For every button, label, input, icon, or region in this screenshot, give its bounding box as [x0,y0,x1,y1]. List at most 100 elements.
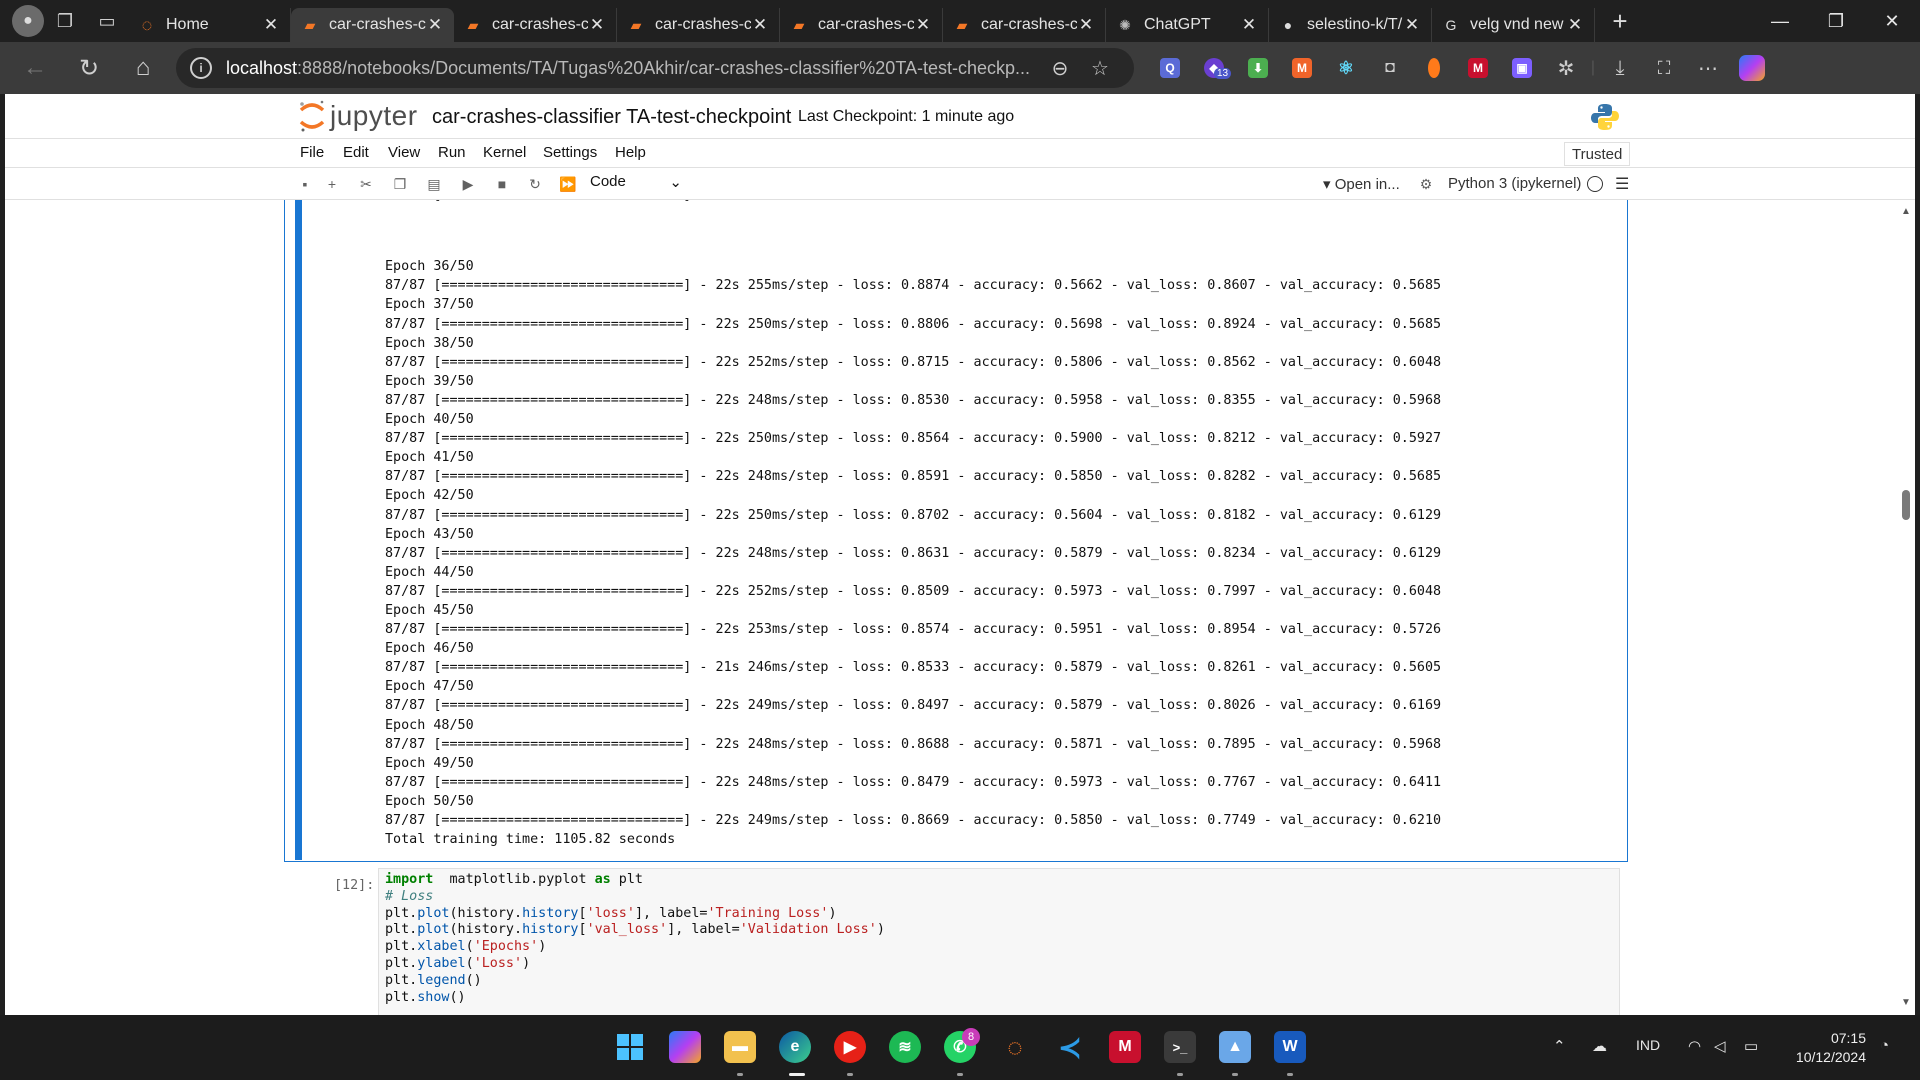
close-tab-icon[interactable]: ✕ [1240,15,1258,35]
close-tab-icon[interactable]: ✕ [914,15,932,35]
close-window-button[interactable]: ✕ [1864,0,1920,42]
new-tab-button[interactable]: + [1599,0,1641,42]
browser-tab[interactable]: ◌ Home ✕ [128,8,291,42]
screenshot-icon[interactable]: ⛶ [1642,48,1686,88]
browser-tab[interactable]: Gvelg vnd new ✕ [1432,8,1595,42]
url-text[interactable]: localhost:8888/notebooks/Documents/TA/Tu… [226,58,1040,79]
vertical-scrollbar[interactable]: ▲ ▼ [1897,200,1915,1015]
add-cell-icon[interactable]: + [322,174,342,194]
back-icon[interactable]: ← [8,46,62,90]
cut-icon[interactable]: ✂ [356,174,376,194]
profile-avatar[interactable]: ● [12,5,44,37]
scroll-down-icon[interactable]: ▼ [1901,997,1911,1008]
home-icon[interactable]: ⌂ [116,46,170,90]
run-icon[interactable]: ▶ [458,174,478,194]
favorite-star-icon[interactable]: ☆ [1080,56,1120,81]
cell-type-select[interactable]: Code ⌄ [590,173,682,191]
downloads-icon[interactable]: ⤓ [1598,48,1642,88]
more-menu-icon[interactable]: ⋯ [1686,48,1730,88]
browser-tab[interactable]: ✺ ChatGPT ✕ [1106,8,1269,42]
site-info-icon[interactable]: i [190,57,212,79]
close-tab-icon[interactable]: ✕ [1403,15,1421,35]
zoom-out-icon[interactable]: ⊖ [1040,56,1080,81]
menu-kernel[interactable]: Kernel [483,144,526,161]
hamburger-menu-icon[interactable]: ☰ [1615,174,1629,194]
wifi-icon[interactable]: ◠ [1688,1037,1701,1055]
download-extension-icon[interactable]: ⬇ [1236,48,1280,88]
mendeley-extension-icon[interactable]: M [1456,48,1500,88]
browser-tab[interactable]: ● selestino-k/T/✕ [1269,8,1432,42]
terminal-icon[interactable]: >_ [1164,1031,1196,1063]
menu-edit[interactable]: Edit [343,144,369,161]
spotify-icon[interactable]: ≋ [889,1031,921,1063]
menu-settings[interactable]: Settings [543,144,597,161]
code-cell-source[interactable]: import matplotlib.pyplot as plt # Loss plt… [385,872,885,1015]
tab-label: car-crashes-c [981,16,1077,33]
refresh-icon[interactable]: ↻ [62,46,116,90]
minimize-button[interactable]: — [1752,0,1808,42]
open-in-dropdown[interactable]: ▾ Open in... [1323,175,1400,193]
extension-7-icon[interactable] [1412,48,1456,88]
save-icon[interactable]: ▪ [295,174,315,194]
close-tab-icon[interactable]: ✕ [588,15,606,35]
vertical-tabs-icon[interactable]: ▭ [86,0,128,42]
scrollbar-thumb[interactable] [1902,490,1910,520]
close-tab-icon[interactable]: ✕ [1077,15,1095,35]
extension-1-icon[interactable]: Q [1148,48,1192,88]
battery-icon[interactable]: ▭ [1744,1037,1758,1055]
menu-file[interactable]: File [300,144,324,161]
jupyter-app-icon[interactable]: ◌ [999,1031,1031,1063]
close-tab-icon[interactable]: ✕ [1566,15,1584,35]
extension-4-icon[interactable]: M [1280,48,1324,88]
menu-help[interactable]: Help [615,144,646,161]
jupyter-logo[interactable]: jupyter [298,98,418,134]
file-explorer-icon[interactable]: ▬ [724,1031,756,1063]
jupyter-logo-icon [299,100,325,132]
language-indicator[interactable]: IND [1636,1037,1660,1053]
onedrive-icon[interactable]: ☁ [1592,1037,1607,1055]
kernel-settings-icon[interactable]: ⚙ [1416,174,1436,194]
copy-icon[interactable]: ❐ [390,174,410,194]
restart-icon[interactable]: ↻ [525,174,545,194]
menu-view[interactable]: View [388,144,420,161]
browser-tab[interactable]: ▰ car-crashes-c ✕ [780,8,943,42]
trusted-indicator[interactable]: Trusted [1564,142,1631,166]
menu-run[interactable]: Run [438,144,466,161]
extension-9-icon[interactable]: ▣ [1500,48,1544,88]
paste-icon[interactable]: ▤ [424,174,444,194]
copilot-icon[interactable] [669,1031,701,1063]
fast-forward-icon[interactable]: ⏩ [558,174,578,194]
browser-tab[interactable]: ▰ car-crashes-c ✕ [617,8,780,42]
browser-tab[interactable]: ▰ car-crashes-c ✕ [943,8,1106,42]
mendeley-icon[interactable]: M [1109,1031,1141,1063]
youtube-music-icon[interactable]: ▶ [834,1031,866,1063]
camera-icon[interactable]: ◘ [1368,48,1412,88]
volume-icon[interactable]: ◁ [1714,1037,1726,1055]
start-icon[interactable] [614,1031,646,1063]
kernel-name[interactable]: Python 3 (ipykernel) [1448,175,1581,192]
chevron-up-icon[interactable]: ⌃ [1553,1037,1566,1055]
word-icon[interactable]: W [1274,1031,1306,1063]
close-tab-icon[interactable]: ✕ [426,15,444,35]
extensions-puzzle-icon[interactable]: ✲ [1544,48,1588,88]
extension-2-icon[interactable]: ◆ 13 [1192,48,1236,88]
system-clock[interactable]: 07:15 10/12/2024 [1786,1029,1866,1067]
address-bar[interactable]: i localhost:8888/notebooks/Documents/TA/… [176,48,1134,88]
close-tab-icon[interactable]: ✕ [262,15,280,35]
close-tab-icon[interactable]: ✕ [751,15,769,35]
react-devtools-icon[interactable]: ⚛ [1324,48,1368,88]
code-line: plt.ylabel('Loss') [385,956,885,973]
browser-tab[interactable]: ▰ car-crashes-c ✕ [291,8,454,42]
notebook-title[interactable]: car-crashes-classifier TA-test-checkpoin… [432,106,791,129]
vscode-icon[interactable]: ≺ [1054,1031,1086,1063]
notifications-icon[interactable]: ◔ [1880,1037,1889,1054]
image-viewer-icon[interactable]: ▲ [1219,1031,1251,1063]
stop-icon[interactable]: ■ [492,174,512,194]
edge-icon[interactable]: e [779,1031,811,1063]
cell-collapser[interactable] [295,200,302,860]
copilot-icon[interactable] [1730,48,1774,88]
scroll-up-icon[interactable]: ▲ [1901,206,1911,217]
workspaces-icon[interactable]: ❐ [44,0,86,42]
restore-button[interactable]: ❐ [1808,0,1864,42]
browser-tab[interactable]: ▰ car-crashes-c ✕ [454,8,617,42]
